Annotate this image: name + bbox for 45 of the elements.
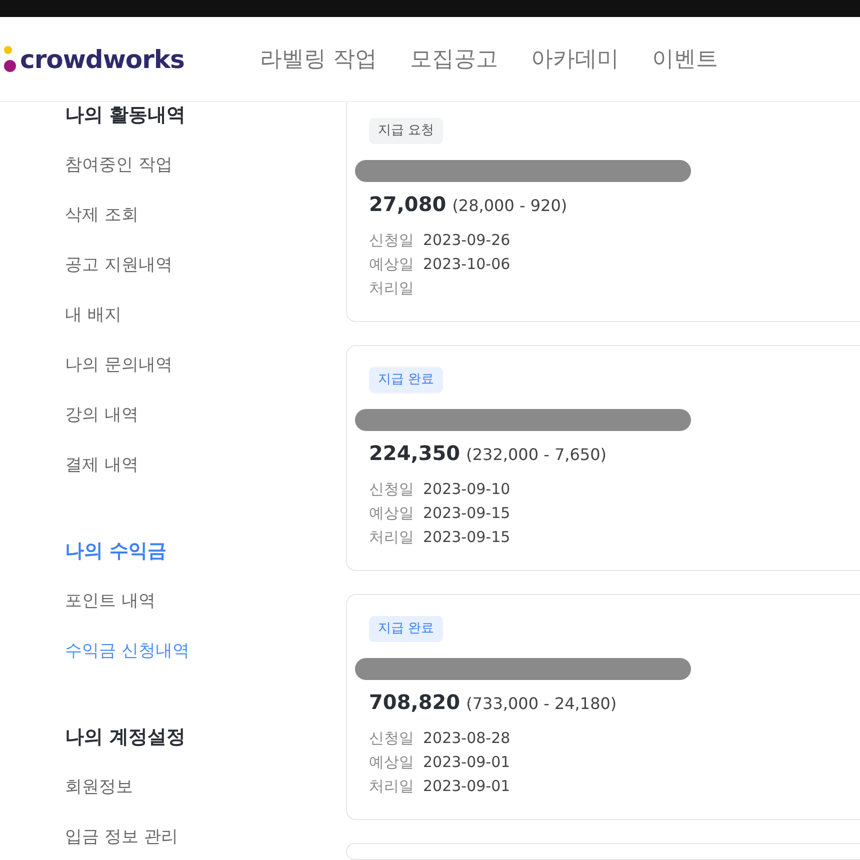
nav-link[interactable]: 아카데미 (531, 44, 619, 74)
sidebar-heading: 나의 활동내역 (65, 103, 187, 128)
sidebar-item[interactable]: 나의 문의내역 (65, 340, 346, 390)
date-value: 2023-09-15 (423, 527, 510, 548)
date-value: 2023-10-06 (423, 254, 510, 275)
sidebar-item[interactable]: 삭제 조회 (65, 190, 346, 240)
date-label: 처리일 (369, 527, 414, 548)
sidebar-item[interactable]: 내 배지 (65, 290, 346, 340)
date-value: 2023-09-15 (423, 503, 510, 524)
sidebar-item[interactable]: 공고 지원내역 (65, 240, 346, 290)
sidebar-item[interactable]: 참여중인 작업 (65, 140, 346, 190)
sidebar-heading: 나의 수익금 (65, 539, 168, 564)
status-badge: 지급 요청 (369, 118, 444, 144)
payout-amount: 27,080 (369, 192, 446, 216)
payout-amount: 224,350 (369, 441, 460, 465)
sidebar-item[interactable]: 강의 내역 (65, 390, 346, 440)
date-value: 2023-09-10 (423, 479, 510, 500)
sidebar-item[interactable]: 입금 정보 관리 (65, 812, 346, 860)
date-label: 예상일 (369, 752, 414, 773)
sidebar-item[interactable]: 회원정보 (65, 762, 346, 812)
amount-breakdown: (28,000 - 920) (452, 196, 568, 215)
date-label: 처리일 (369, 278, 414, 299)
nav-link[interactable]: 이벤트 (652, 44, 718, 74)
date-value: 2023-09-01 (423, 776, 510, 797)
date-label: 예상일 (369, 503, 414, 524)
sidebar-item[interactable]: 결제 내역 (65, 440, 346, 490)
date-label: 처리일 (369, 776, 414, 797)
nav-link[interactable]: 모집공고 (410, 44, 498, 74)
payout-amount: 708,820 (369, 690, 460, 714)
logo-wordmark[interactable]: crowdworks (20, 44, 184, 74)
amount-breakdown: (232,000 - 7,650) (466, 445, 606, 464)
nav-link[interactable]: 라벨링 작업 (260, 44, 377, 74)
date-label: 신청일 (369, 728, 414, 749)
sidebar-item[interactable]: 수익금 신청내역 (65, 626, 346, 676)
date-value: 2023-08-28 (423, 728, 510, 749)
date-value: 2023-09-26 (423, 230, 510, 251)
date-label: 신청일 (369, 479, 414, 500)
sidebar-item[interactable]: 포인트 내역 (65, 576, 346, 626)
date-label: 신청일 (369, 230, 414, 251)
status-badge: 지급 완료 (369, 616, 444, 642)
amount-breakdown: (733,000 - 24,180) (466, 694, 617, 713)
date-label: 예상일 (369, 254, 414, 275)
status-badge: 지급 완료 (369, 367, 444, 393)
sidebar-heading: 나의 계정설정 (65, 725, 187, 750)
date-value: 2023-09-01 (423, 752, 510, 773)
